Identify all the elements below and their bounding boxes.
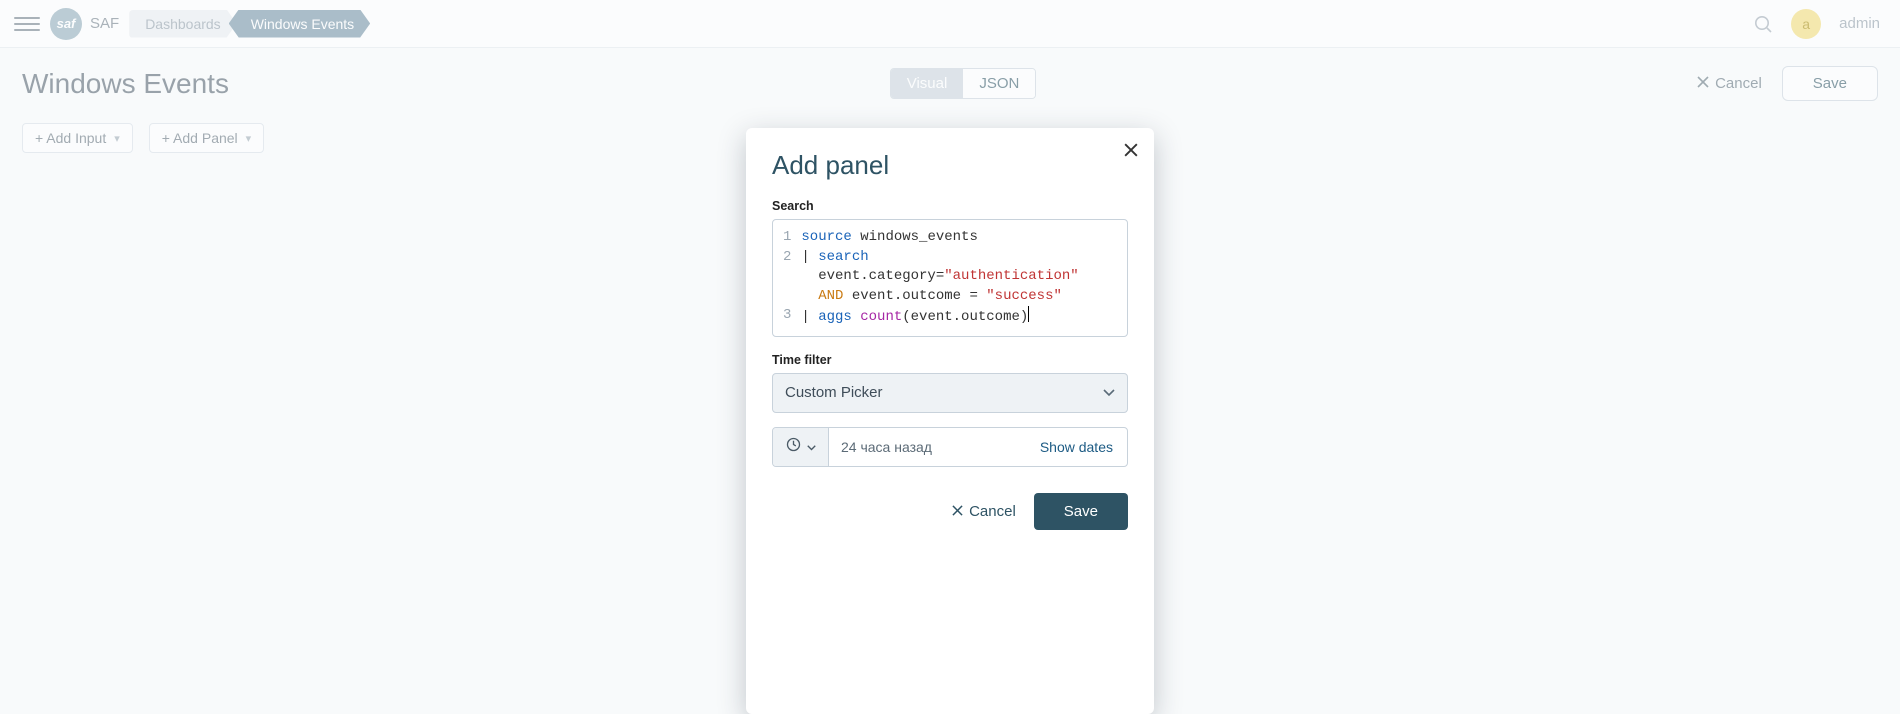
search-query-editor[interactable]: 123 source windows_events | search event…	[772, 219, 1128, 337]
date-quick-button[interactable]	[773, 428, 829, 466]
close-icon[interactable]	[1124, 142, 1138, 160]
add-panel-modal: Add panel Search 123 source windows_even…	[746, 128, 1154, 714]
modal-cancel-button[interactable]: Cancel	[952, 503, 1016, 520]
time-filter-value: Custom Picker	[785, 384, 883, 401]
date-range-picker: 24 часа назад Show dates	[772, 427, 1128, 467]
chevron-down-icon	[1103, 384, 1115, 401]
modal-save-button[interactable]: Save	[1034, 493, 1128, 530]
time-filter-select[interactable]: Custom Picker	[772, 373, 1128, 413]
text-cursor	[1028, 306, 1029, 322]
date-range-text: 24 часа назад	[829, 428, 1026, 466]
modal-title: Add panel	[772, 150, 1128, 181]
code-content: source windows_events | search event.cat…	[797, 220, 1088, 336]
modal-overlay: Add panel Search 123 source windows_even…	[0, 0, 1900, 714]
close-icon	[952, 503, 963, 520]
show-dates-link[interactable]: Show dates	[1026, 428, 1127, 466]
clock-icon	[786, 437, 801, 457]
line-gutter: 123	[773, 220, 797, 336]
time-filter-label: Time filter	[772, 353, 1128, 367]
search-label: Search	[772, 199, 1128, 213]
chevron-down-icon	[807, 438, 816, 456]
modal-cancel-label: Cancel	[969, 503, 1016, 520]
